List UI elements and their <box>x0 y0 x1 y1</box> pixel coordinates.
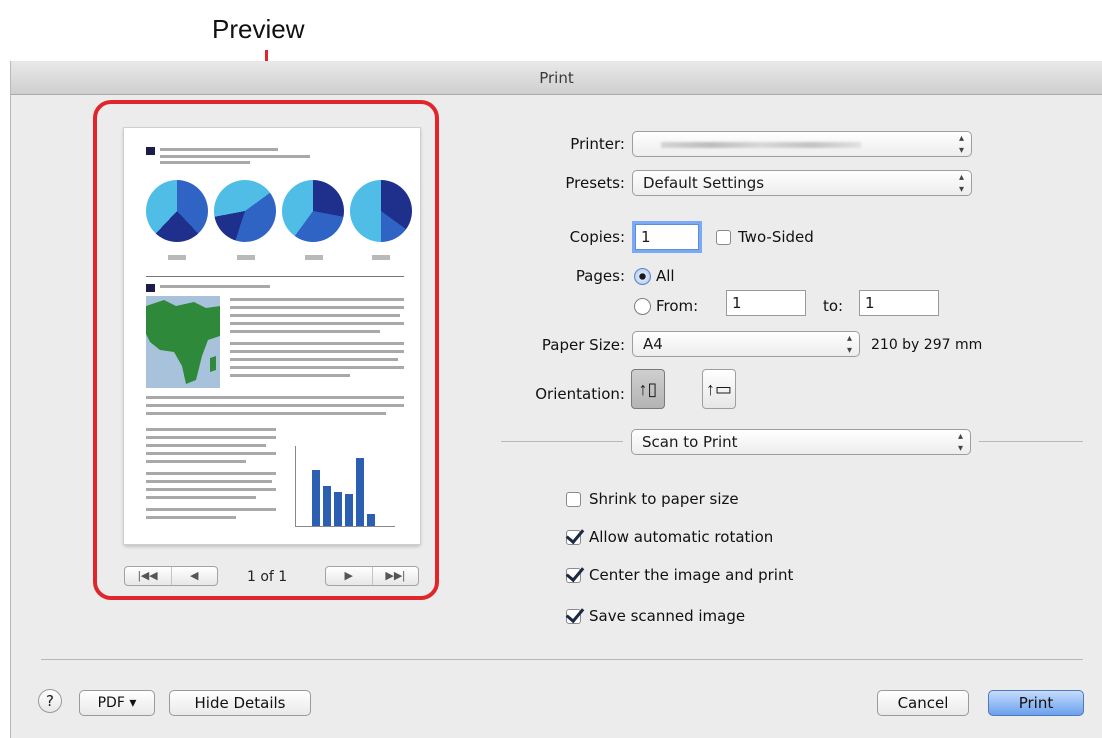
portrait-icon: ↑▯ <box>638 379 658 399</box>
two-sided-label: Two-Sided <box>738 228 814 246</box>
auto-rotation-checkbox[interactable] <box>566 530 581 545</box>
print-dialog: Print |◀◀ ◀ 1 of 1 ▶ ▶▶| Printer: ▴ ▾ Pr… <box>10 61 1102 738</box>
save-scanned-checkbox[interactable] <box>566 609 581 624</box>
pdf-menu-button[interactable]: PDF ▾ <box>79 690 155 716</box>
section-separator-left <box>501 441 623 442</box>
center-image-checkbox[interactable] <box>566 568 581 583</box>
portrait-orientation-button[interactable]: ↑▯ <box>631 369 665 409</box>
shrink-to-paper-checkbox[interactable] <box>566 492 581 507</box>
save-scanned-label: Save scanned image <box>589 607 746 625</box>
presets-popup[interactable]: Default Settings ▴ ▾ <box>632 170 972 196</box>
window-title: Print <box>11 61 1102 95</box>
copies-label: Copies: <box>569 228 625 246</box>
paper-dimensions: 210 by 297 mm <box>871 337 983 353</box>
pages-all-label: All <box>656 267 675 285</box>
section-value: Scan to Print <box>642 433 738 451</box>
pages-label: Pages: <box>575 267 625 285</box>
popup-arrows-icon: ▴ ▾ <box>958 133 964 156</box>
cancel-button[interactable]: Cancel <box>877 690 969 716</box>
orientation-label: Orientation: <box>535 385 625 403</box>
landscape-orientation-button[interactable]: ↑▭ <box>702 369 736 409</box>
pages-from-field[interactable]: 1 <box>726 290 806 316</box>
presets-value: Default Settings <box>643 174 765 192</box>
two-sided-checkbox[interactable] <box>716 230 731 245</box>
shrink-to-paper-label: Shrink to paper size <box>589 490 739 508</box>
print-button[interactable]: Print <box>988 690 1084 716</box>
paper-size-label: Paper Size: <box>541 336 625 354</box>
paper-size-value: A4 <box>643 335 663 353</box>
pages-from-radio[interactable] <box>634 298 651 315</box>
paper-size-popup[interactable]: A4 ▴ ▾ <box>632 331 860 357</box>
printer-label: Printer: <box>570 135 625 153</box>
pages-all-radio[interactable] <box>634 268 651 285</box>
center-image-label: Center the image and print <box>589 566 794 584</box>
printer-name-blurred <box>661 142 861 148</box>
popup-arrows-icon: ▴ ▾ <box>957 431 963 454</box>
pages-from-label: From: <box>656 297 699 315</box>
copies-field[interactable]: 1 <box>635 224 699 250</box>
preview-callout-label: Preview <box>212 14 305 44</box>
pages-to-label: to: <box>823 297 844 315</box>
printer-popup[interactable]: ▴ ▾ <box>632 131 972 157</box>
popup-arrows-icon: ▴ ▾ <box>958 172 964 195</box>
popup-arrows-icon: ▴ ▾ <box>846 333 852 356</box>
presets-label: Presets: <box>565 174 625 192</box>
footer-separator <box>41 659 1083 660</box>
pages-to-field[interactable]: 1 <box>859 290 939 316</box>
hide-details-button[interactable]: Hide Details <box>169 690 311 716</box>
section-separator-right <box>979 441 1083 442</box>
landscape-icon: ↑▭ <box>705 379 732 399</box>
help-button[interactable]: ? <box>38 689 62 713</box>
section-popup[interactable]: Scan to Print ▴ ▾ <box>631 429 971 455</box>
preview-highlight <box>93 100 439 600</box>
auto-rotation-label: Allow automatic rotation <box>589 528 774 546</box>
